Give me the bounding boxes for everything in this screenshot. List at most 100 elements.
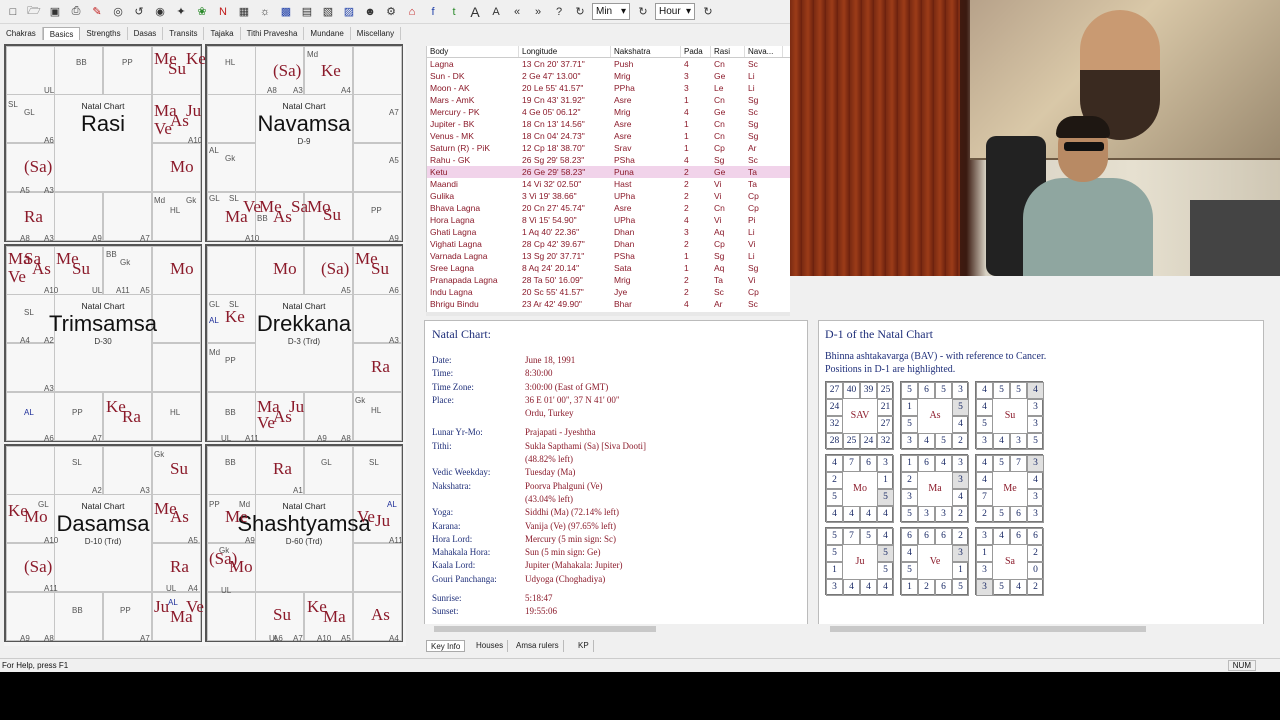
globe-icon[interactable]: ◉: [151, 3, 169, 21]
chart-shashtyamsa[interactable]: Natal Chart Shashtyamsa D-60 (Trd) BB Ra GL SL…: [205, 444, 403, 643]
people-icon[interactable]: ☻: [361, 3, 379, 21]
chart-point-label: SL: [72, 458, 82, 467]
key-info-hscroll[interactable]: [424, 624, 808, 634]
settings-icon[interactable]: ⚙: [382, 3, 400, 21]
table-row[interactable]: Rahu - GK 26 Sg 29' 58.23" PSha 4 Sg Sc: [427, 154, 790, 166]
column-header[interactable]: Rasi: [711, 46, 745, 57]
spreadsheet-icon[interactable]: ▧: [319, 3, 337, 21]
animate-step-icon-2[interactable]: ↻: [699, 3, 717, 21]
book-icon[interactable]: ▨: [340, 3, 358, 21]
table-row[interactable]: Maandi 14 Vi 32' 02.50" Hast 2 Vi Ta: [427, 178, 790, 190]
table-row[interactable]: Venus - MK 18 Cn 04' 24.73" Asre 1 Cn Sg: [427, 130, 790, 142]
table-cell: Dhan: [614, 239, 635, 249]
step-unit-select[interactable]: Min ▾: [592, 3, 630, 20]
animate-step-icon[interactable]: ↻: [634, 3, 652, 21]
print-icon[interactable]: ⎙: [67, 3, 85, 21]
tab-miscellany[interactable]: Miscellany: [351, 27, 402, 40]
chart-label: Natal Chart: [282, 501, 326, 511]
twitter-icon[interactable]: t: [445, 3, 463, 21]
bav-cell: 5: [901, 382, 918, 399]
column-header[interactable]: Body: [427, 46, 519, 57]
chart-navamsa[interactable]: Natal Chart Navamsa D-9 HL Md (Sa) Ke A8 A3 A4 A7 A…: [205, 44, 403, 243]
transit-icon[interactable]: ↺: [130, 3, 148, 21]
key-info-value: 19:55:06: [525, 606, 558, 617]
grid-icon[interactable]: ▦: [235, 3, 253, 21]
tab-dasas[interactable]: Dasas: [128, 27, 164, 40]
table-row[interactable]: Jupiter - BK 18 Cn 13' 14.56" Asre 1 Cn Sg: [427, 118, 790, 130]
save-icon[interactable]: ▣: [46, 3, 64, 21]
bottom-tab-key-info[interactable]: Key Info: [426, 640, 466, 652]
help-icon[interactable]: ?: [550, 3, 568, 21]
new-file-icon[interactable]: □: [4, 3, 22, 21]
n-icon[interactable]: N: [214, 3, 232, 21]
bottom-tab-houses[interactable]: Houses: [472, 640, 509, 652]
planet-label: Ra: [371, 357, 390, 376]
key-info-value: 5:18:47: [525, 593, 553, 604]
table-row[interactable]: Saturn (R) - PiK 12 Cp 18' 38.70" Srav 1 Cp A…: [427, 142, 790, 154]
home-icon[interactable]: ⌂: [403, 3, 421, 21]
bottom-tab-amsa-rulers[interactable]: Amsa rulers: [512, 640, 564, 652]
table-row[interactable]: Varnada Lagna 13 Sg 20' 37.71" PSha 1 Sg Li: [427, 250, 790, 262]
table-row[interactable]: Mercury - PK 4 Ge 05' 06.12" Mrig 4 Ge Sc: [427, 106, 790, 118]
chart-data-icon[interactable]: ◎: [109, 3, 127, 21]
table-row[interactable]: Pranapada Lagna 28 Ta 50' 16.09" Mrig 2 Ta Vi: [427, 274, 790, 286]
font-larger-icon[interactable]: A: [466, 3, 484, 21]
tab-strengths[interactable]: Strengths: [80, 27, 128, 40]
table-row[interactable]: Ghati Lagna 1 Aq 40' 22.36" Dhan 3 Aq Li: [427, 226, 790, 238]
bav-cell: 4: [976, 472, 993, 489]
table-cell: 3: [684, 83, 689, 93]
edit-icon[interactable]: ✎: [88, 3, 106, 21]
forward-icon[interactable]: »: [529, 3, 547, 21]
planet-label: Ke: [225, 307, 245, 326]
table-row[interactable]: Vighati Lagna 28 Cp 42' 39.67" Dhan 2 Cp Vi: [427, 238, 790, 250]
sun-icon[interactable]: ☼: [256, 3, 274, 21]
bav-cell: 6: [918, 528, 935, 545]
table-row[interactable]: Moon - AK 20 Le 55' 41.57" PPha 3 Le Li: [427, 82, 790, 94]
key-info-row: Hora Lord: Mercury (5 min sign: Sc): [425, 533, 807, 546]
back-icon[interactable]: «: [508, 3, 526, 21]
step-unit-select-2[interactable]: Hour ▾: [655, 3, 695, 20]
tab-transits[interactable]: Transits: [163, 27, 205, 40]
open-folder-icon[interactable]: 🗁: [25, 3, 43, 21]
tab-tajaka[interactable]: Tajaka: [204, 27, 241, 40]
column-header[interactable]: Longitude: [519, 46, 611, 57]
sb-icon[interactable]: ▩: [277, 3, 295, 21]
table-row[interactable]: Sun - DK 2 Ge 47' 13.00" Mrig 3 Ge Li: [427, 70, 790, 82]
special-points-icon[interactable]: ✦: [172, 3, 190, 21]
chart-rasi[interactable]: Natal Chart Rasi BB PP Me Su Ke UL SL GL Ma Ju As Ve A…: [4, 44, 206, 243]
planet-positions-table[interactable]: Body Longitude Nakshatra Pada Rasi Nava... La…: [426, 46, 790, 316]
tab-chakras[interactable]: Chakras: [0, 27, 43, 40]
table-icon[interactable]: ▤: [298, 3, 316, 21]
table-row[interactable]: Mars - AmK 19 Cn 43' 31.92" Asre 1 Cn Sg: [427, 94, 790, 106]
bottom-tab-kp[interactable]: KP: [574, 640, 594, 652]
leaf-icon[interactable]: ❀: [193, 3, 211, 21]
planet-label: Ve: [257, 413, 275, 432]
chart-drekkana[interactable]: Natal Chart Drekkana D-3 (Trd) Mo (Sa) Me Su A5…: [205, 244, 403, 443]
column-header[interactable]: Nakshatra: [611, 46, 681, 57]
column-header[interactable]: Nava...: [745, 46, 783, 57]
tab-tithi-pravesha[interactable]: Tithi Pravesha: [241, 27, 305, 40]
chart-trimsamsa[interactable]: Natal Chart Trimsamsa D-30 Ma Sa Me As Su Ve BB Gk…: [4, 244, 202, 443]
column-header[interactable]: Pada: [681, 46, 711, 57]
tab-basics[interactable]: Basics: [42, 27, 81, 40]
table-row[interactable]: Lagna 13 Cn 20' 37.71" Push 4 Cn Sc: [427, 58, 790, 70]
bav-hscroll[interactable]: [818, 624, 1264, 634]
table-row[interactable]: Gulika 3 Vi 19' 38.66" UPha 2 Vi Cp: [427, 190, 790, 202]
table-row[interactable]: Sree Lagna 8 Aq 24' 20.14" Sata 1 Aq Sg: [427, 262, 790, 274]
table-row[interactable]: Bhrigu Bindu 23 Ar 42' 49.90" Bhar 4 Ar Sc: [427, 298, 790, 310]
table-scroll-track[interactable]: [426, 312, 790, 316]
facebook-icon[interactable]: f: [424, 3, 442, 21]
chart-point-label: A8: [44, 634, 54, 643]
chart-point-label: AL: [168, 598, 178, 607]
bav-grid-label: Mo: [853, 483, 867, 494]
toolbar: □ 🗁 ▣ ⎙ ✎ ◎ ↺ ◉ ✦ ❀ N ▦ ☼ ▩ ▤ ▧ ▨ ☻ ⚙ ⌂ …: [0, 0, 790, 24]
table-row[interactable]: Bhava Lagna 20 Cn 27' 45.74" Asre 2 Cn Cp: [427, 202, 790, 214]
animate-icon[interactable]: ↻: [571, 3, 589, 21]
font-smaller-icon[interactable]: A: [487, 3, 505, 21]
table-row[interactable]: Hora Lagna 8 Vi 15' 54.90" UPha 4 Vi Pi: [427, 214, 790, 226]
table-row[interactable]: Ketu 26 Ge 29' 58.23" Puna 2 Ge Ta: [427, 166, 790, 178]
table-row[interactable]: Indu Lagna 20 Sc 55' 41.57" Jye 2 Sc Cp: [427, 286, 790, 298]
tab-mundane[interactable]: Mundane: [304, 27, 351, 40]
chart-dasamsa[interactable]: Natal Chart Dasamsa D-10 (Trd) SL Gk Su A2 A3 GL…: [4, 444, 204, 643]
bav-grid-label: SAV: [850, 410, 870, 421]
